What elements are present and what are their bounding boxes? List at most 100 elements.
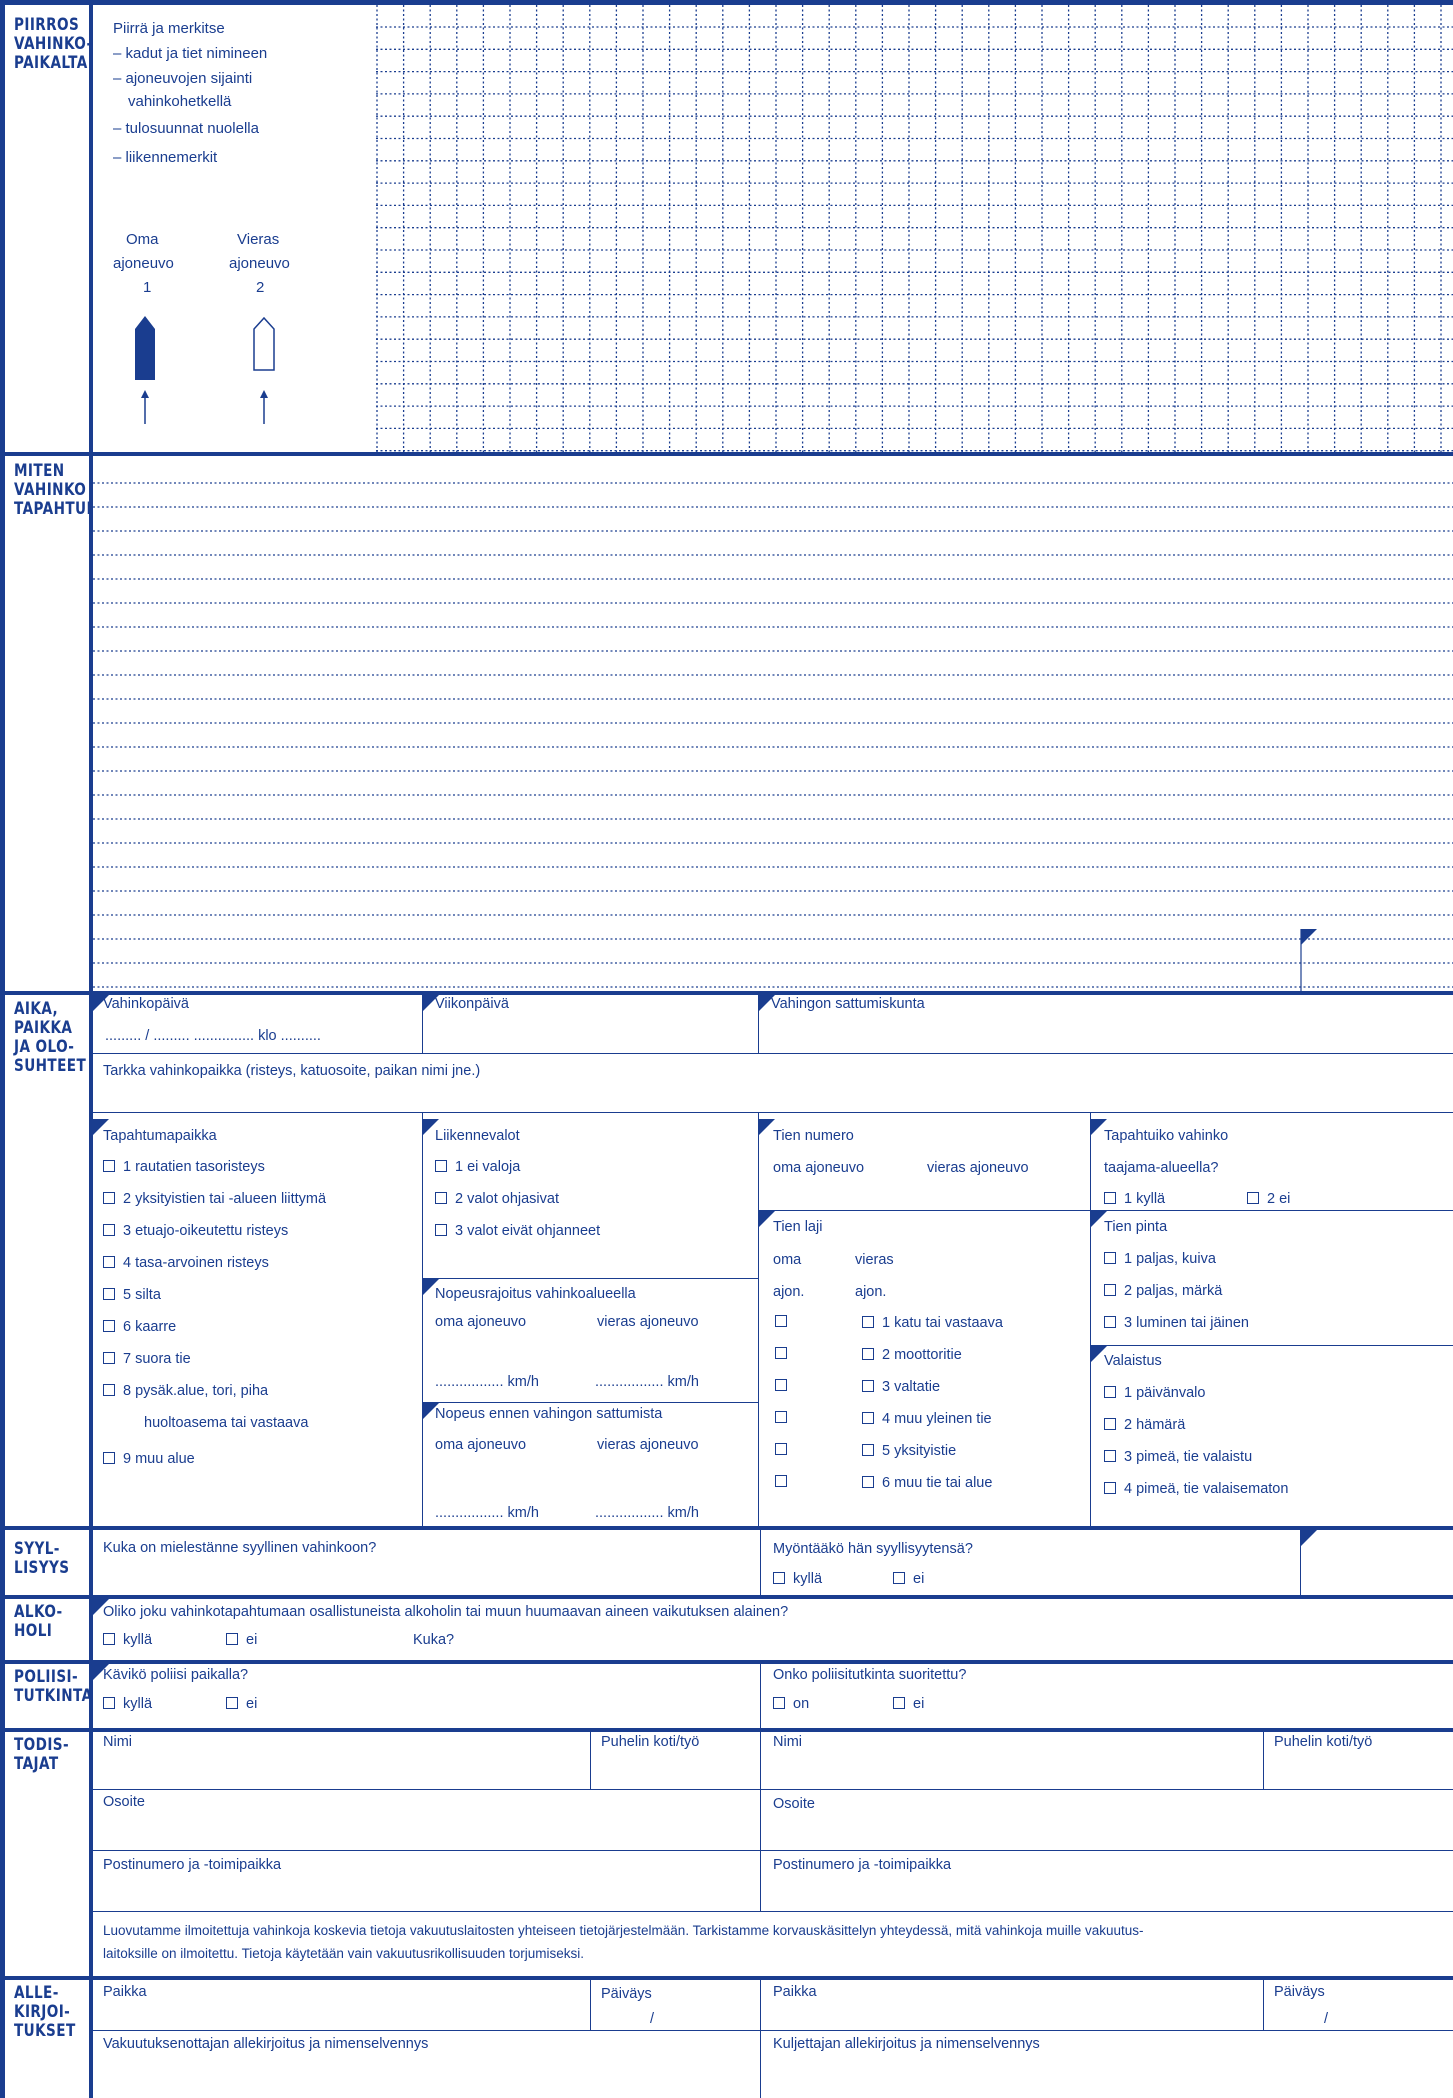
vline <box>758 1113 760 1526</box>
road-type-own-checkbox[interactable] <box>775 1411 787 1423</box>
section-title-police: POLIISI- TUTKINTA <box>14 1667 93 1706</box>
lighting-option[interactable]: 2 hämärä <box>1104 1416 1185 1434</box>
checkbox[interactable] <box>862 1444 874 1456</box>
sketch-intro: Piirrä ja merkitse <box>113 20 225 37</box>
urban-yes[interactable]: 1 kyllä <box>1104 1190 1165 1208</box>
road-type-own-checkbox[interactable] <box>775 1347 787 1359</box>
surface-option[interactable]: 3 luminen tai jäinen <box>1104 1314 1249 1332</box>
road-type-own-checkbox[interactable] <box>775 1315 787 1327</box>
alcohol-yes[interactable]: kyllä <box>103 1631 152 1649</box>
speed-label: Nopeus ennen vahingon sattumista <box>435 1406 663 1422</box>
road-type-option[interactable]: 4 muu yleinen tie <box>862 1410 992 1428</box>
road-type-option[interactable]: 5 yksityistie <box>862 1442 956 1460</box>
police-investigated-on[interactable]: on <box>773 1695 809 1713</box>
place-option[interactable]: 9 muu alue <box>103 1450 195 1468</box>
checkbox[interactable] <box>1104 1252 1116 1264</box>
checkbox[interactable] <box>1104 1482 1116 1494</box>
police-investigated-ei[interactable]: ei <box>893 1695 924 1713</box>
urban-no[interactable]: 2 ei <box>1247 1190 1290 1208</box>
lights-option[interactable]: 1 ei valoja <box>435 1158 520 1176</box>
lighting-option-label: 3 pimeä, tie valaistu <box>1124 1449 1253 1465</box>
witness2-phone: Puhelin koti/työ <box>1274 1734 1373 1750</box>
police-visited-no[interactable]: ei <box>226 1695 257 1713</box>
lights-option[interactable]: 2 valot ohjasivat <box>435 1190 559 1208</box>
divider-3 <box>0 1526 1453 1530</box>
place-option[interactable]: 6 kaarre <box>103 1318 176 1336</box>
checkbox[interactable] <box>103 1384 115 1396</box>
checkbox[interactable] <box>103 1160 115 1172</box>
speed-other-field[interactable]: ................. km/h <box>595 1504 699 1522</box>
hline <box>93 1053 1453 1055</box>
road-type-own-checkbox[interactable] <box>775 1475 787 1487</box>
divider-2 <box>0 991 1453 995</box>
place-option-label: 2 yksityistien tai -alueen liittymä <box>123 1191 327 1207</box>
sketch-grid[interactable] <box>376 5 1453 452</box>
lighting-option[interactable]: 1 päivänvalo <box>1104 1384 1205 1402</box>
checkbox[interactable] <box>1104 1418 1116 1430</box>
checkbox[interactable] <box>103 1256 115 1268</box>
guilt-no[interactable]: ei <box>893 1570 924 1588</box>
checkbox[interactable] <box>1104 1284 1116 1296</box>
surface-option[interactable]: 1 paljas, kuiva <box>1104 1250 1216 1268</box>
road-type-option[interactable]: 3 valtatie <box>862 1378 940 1396</box>
road-type-own-checkbox[interactable] <box>775 1443 787 1455</box>
place-option[interactable]: 4 tasa-arvoinen risteys <box>103 1254 269 1272</box>
place-option[interactable]: 5 silta <box>103 1286 161 1304</box>
checkbox[interactable] <box>103 1192 115 1204</box>
policyholder-signature: Vakuutuksenottajan allekirjoitus ja nime… <box>103 2036 429 2052</box>
police-visited-yes[interactable]: kyllä <box>103 1695 152 1713</box>
checkbox[interactable] <box>862 1316 874 1328</box>
description-lines[interactable] <box>93 456 1453 991</box>
checkbox[interactable] <box>1104 1386 1116 1398</box>
road-type-option[interactable]: 1 katu tai vastaava <box>862 1314 1003 1332</box>
checkbox[interactable] <box>862 1412 874 1424</box>
checkbox[interactable] <box>862 1348 874 1360</box>
sign2-date: Päiväys <box>1274 1984 1325 2000</box>
place-option[interactable]: 7 suora tie <box>103 1350 191 1368</box>
checkbox[interactable] <box>103 1320 115 1332</box>
checkbox[interactable] <box>1104 1316 1116 1328</box>
checkbox[interactable] <box>103 1452 115 1464</box>
surface-option[interactable]: 2 paljas, märkä <box>1104 1282 1222 1300</box>
hline <box>422 1278 758 1280</box>
checkbox[interactable] <box>862 1476 874 1488</box>
checkbox[interactable] <box>1104 1450 1116 1462</box>
place-option[interactable]: 3 etuajo-oikeutettu risteys <box>103 1222 288 1240</box>
police-visited: Kävikö poliisi paikalla? <box>103 1667 249 1683</box>
checkbox[interactable] <box>103 1288 115 1300</box>
road-type-own-checkbox[interactable] <box>775 1379 787 1391</box>
place-option[interactable]: 1 rautatien tasoristeys <box>103 1158 265 1176</box>
vline <box>760 1732 762 1912</box>
place-option[interactable]: 8 pysäk.alue, tori, piha <box>103 1382 268 1400</box>
lights-option-label: 2 valot ohjasivat <box>455 1191 559 1207</box>
checkbox[interactable] <box>435 1160 447 1172</box>
place-option-label: 9 muu alue <box>123 1451 195 1467</box>
lighting-option[interactable]: 3 pimeä, tie valaistu <box>1104 1448 1252 1466</box>
other-vehicle-label: Vieras <box>237 231 280 248</box>
road-number-other: vieras ajoneuvo <box>927 1160 1029 1176</box>
road-type-option-label: 5 yksityistie <box>882 1443 957 1459</box>
speedlimit-own-field[interactable]: ................. km/h <box>435 1373 539 1391</box>
lights-option[interactable]: 3 valot eivät ohjanneet <box>435 1222 600 1240</box>
speedlimit-other-field[interactable]: ................. km/h <box>595 1373 699 1391</box>
place-option-label: 6 kaarre <box>123 1319 177 1335</box>
guilt-yes[interactable]: kyllä <box>773 1570 822 1588</box>
checkbox[interactable] <box>103 1224 115 1236</box>
driver-signature: Kuljettajan allekirjoitus ja nimenselven… <box>773 2036 1040 2052</box>
road-type-option[interactable]: 2 moottoritie <box>862 1346 962 1364</box>
place-option[interactable]: 2 yksityistien tai -alueen liittymä <box>103 1190 326 1208</box>
date-field[interactable]: ......... / ......... ............... kl… <box>105 1027 321 1045</box>
speed-own-field[interactable]: ................. km/h <box>435 1504 539 1522</box>
checkbox[interactable] <box>862 1380 874 1392</box>
road-type-option-label: 3 valtatie <box>882 1379 941 1395</box>
road-type-option[interactable]: 6 muu tie tai alue <box>862 1474 992 1492</box>
witness1-postal: Postinumero ja -toimipaikka <box>103 1857 282 1873</box>
divider-6 <box>0 1728 1453 1732</box>
road-number-own: oma ajoneuvo <box>773 1160 865 1176</box>
checkbox[interactable] <box>103 1352 115 1364</box>
alcohol-no[interactable]: ei <box>226 1631 257 1649</box>
checkbox[interactable] <box>435 1224 447 1236</box>
lighting-option[interactable]: 4 pimeä, tie valaisematon <box>1104 1480 1288 1498</box>
own-vehicle-label: Oma <box>126 231 159 248</box>
checkbox[interactable] <box>435 1192 447 1204</box>
